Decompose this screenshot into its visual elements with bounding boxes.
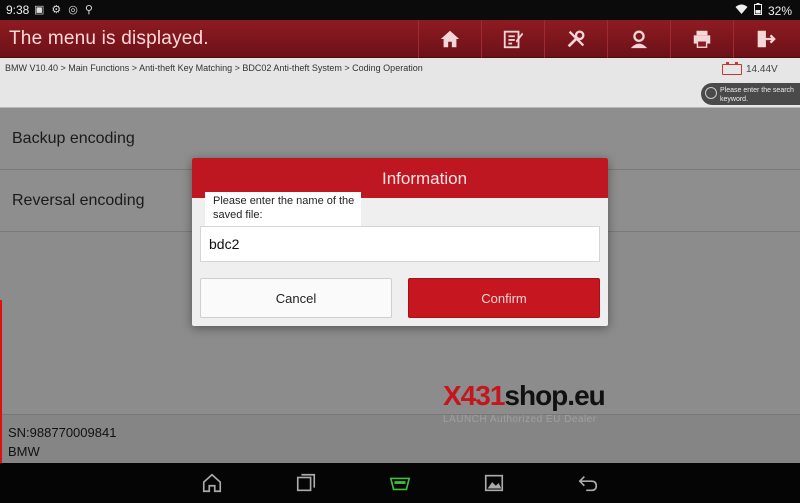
system-nav-bar — [0, 463, 800, 503]
sync-icon: ◎ — [68, 4, 78, 16]
menu-item-label: Reversal encoding — [12, 191, 145, 209]
notes-button[interactable] — [481, 20, 544, 58]
home-icon — [202, 473, 222, 493]
battery-percent: 32% — [767, 3, 792, 18]
user-icon — [630, 30, 648, 49]
nav-home-button[interactable] — [200, 471, 224, 495]
status-right: 32% — [735, 3, 792, 18]
tools-button[interactable] — [544, 20, 607, 58]
print-button[interactable] — [670, 20, 733, 58]
vci-connector-icon — [389, 477, 411, 491]
search-placeholder: Please enter the search keyword. — [720, 87, 794, 103]
cancel-button[interactable]: Cancel — [200, 278, 392, 318]
vehicle-make: BMW — [8, 444, 40, 459]
nav-recents-button[interactable] — [294, 471, 318, 495]
status-notification-icons: ▣ ⚙ ◎ ⚲ — [34, 3, 93, 16]
left-edge-marker — [0, 300, 2, 470]
watermark-brand-dark: shop.eu — [504, 380, 605, 411]
confirm-button[interactable]: Confirm — [408, 278, 600, 318]
search-icon — [705, 87, 717, 99]
voltage-indicator: 14.44V — [722, 62, 778, 75]
watermark-brand-red: X431 — [443, 380, 505, 411]
information-dialog: Information Please enter the name of the… — [192, 158, 608, 326]
toolbar — [418, 20, 796, 58]
watermark-tagline: LAUNCH Authorized EU Dealer — [443, 414, 597, 425]
usb-icon: ⚲ — [84, 4, 93, 16]
print-icon — [693, 30, 711, 48]
home-icon — [440, 30, 460, 48]
device-info-footer: SN:988770009841 BMW — [0, 414, 800, 463]
image-icon — [484, 474, 504, 492]
image-notification-icon: ▣ — [34, 4, 45, 16]
nav-back-button[interactable] — [576, 471, 600, 495]
filename-input[interactable]: bdc2 — [200, 226, 600, 262]
exit-button[interactable] — [733, 20, 796, 58]
serial-number: SN:988770009841 — [8, 425, 117, 440]
nav-screenshot-button[interactable] — [482, 471, 506, 495]
tools-icon — [567, 30, 585, 48]
dialog-title: Information — [382, 169, 468, 188]
car-battery-icon — [722, 62, 742, 75]
user-button[interactable] — [607, 20, 670, 58]
page-title: The menu is displayed. — [9, 28, 209, 49]
battery-icon — [753, 3, 762, 18]
watermark-logo: X431shop.eu — [443, 380, 606, 412]
menu-item-label: Backup encoding — [12, 129, 135, 147]
watermark: X431shop.eu LAUNCH Authorized EU Dealer — [443, 380, 643, 430]
nav-vci-button[interactable] — [388, 471, 412, 495]
status-time: 9:38 — [6, 3, 30, 17]
search-box[interactable]: Please enter the search keyword. — [701, 83, 800, 105]
dialog-prompt: Please enter the name of the saved file: — [205, 192, 361, 226]
breadcrumb-bar: BMW V10.40 > Main Functions > Anti-theft… — [0, 58, 800, 108]
wifi-icon — [735, 4, 748, 18]
breadcrumb: BMW V10.40 > Main Functions > Anti-theft… — [5, 63, 423, 73]
back-arrow-icon — [578, 475, 598, 492]
recents-icon — [296, 473, 316, 492]
exit-icon — [757, 30, 776, 48]
status-bar: 9:38 ▣ ⚙ ◎ ⚲ 32% — [0, 0, 800, 20]
voltage-value: 14.44V — [746, 64, 778, 75]
gear-icon: ⚙ — [51, 4, 62, 16]
notes-icon — [503, 30, 524, 49]
app-header: The menu is displayed. — [0, 20, 800, 58]
home-button[interactable] — [418, 20, 481, 58]
